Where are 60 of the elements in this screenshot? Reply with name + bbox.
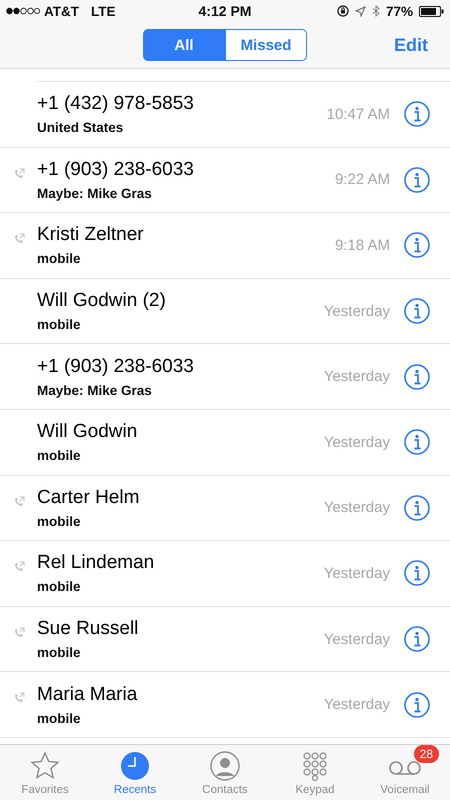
segment-tab[interactable]: All — [143, 29, 225, 61]
info-icon[interactable] — [404, 298, 430, 324]
star-icon — [30, 751, 60, 781]
bluetooth-icon — [372, 5, 380, 17]
edit-button[interactable]: Edit — [394, 34, 428, 56]
caller-detail: mobile — [37, 710, 82, 726]
caller-detail: mobile — [37, 317, 82, 332]
caller-detail: United States — [37, 120, 124, 136]
caller-name: Carter Helm — [37, 486, 140, 509]
call-time: Yesterday — [324, 434, 390, 451]
call-time: Yesterday — [324, 302, 390, 320]
network-type: LTE — [91, 4, 116, 18]
info-icon[interactable] — [404, 364, 430, 390]
info-icon[interactable] — [404, 626, 430, 652]
clock-icon — [120, 751, 150, 781]
caller-name: Sue Russell — [37, 618, 140, 640]
segment-tab[interactable]: Missed — [225, 29, 307, 61]
caller-name: Rel Lindeman — [37, 552, 156, 574]
info-icon[interactable] — [404, 692, 430, 718]
battery-percent: 77% — [386, 4, 413, 18]
location-icon — [354, 6, 366, 16]
caller-detail: mobile — [37, 448, 82, 464]
caller-name: +1 (432) 978-5853 — [37, 93, 195, 116]
call-time: Yesterday — [324, 564, 390, 582]
caller-name: Kristi Zeltner — [37, 224, 145, 246]
caller-name: +1 (903) 238-6033 — [37, 158, 195, 181]
info-icon[interactable] — [404, 232, 430, 258]
tab-bar-item[interactable]: Contacts — [185, 751, 265, 800]
tab-bar-item[interactable]: Recents — [95, 751, 175, 800]
info-icon[interactable] — [404, 101, 430, 128]
info-icon[interactable] — [404, 494, 430, 521]
battery-icon — [419, 6, 444, 16]
caller-name: Will Godwin — [37, 421, 138, 444]
carrier-name: AT&T — [44, 4, 79, 18]
tab-bar-item[interactable]: Keypad — [275, 751, 355, 800]
rotation-lock-icon — [336, 5, 349, 17]
call-time: Yesterday — [324, 499, 390, 516]
call-time: Yesterday — [324, 368, 390, 386]
tab-bar-item[interactable]: Favorites — [5, 751, 85, 800]
caller-name: Maria Maria — [37, 684, 138, 706]
caller-detail: mobile — [37, 514, 82, 529]
caller-detail: mobile — [37, 579, 82, 594]
call-time: 9:18 AM — [334, 236, 390, 254]
caller-detail: Maybe: Mike Gras — [37, 382, 153, 398]
unread-badge: 28 — [414, 745, 439, 763]
caller-name: +1 (903) 238-6033 — [37, 356, 195, 378]
caller-name: Will Godwin (2) — [37, 290, 167, 312]
call-time: 9:22 AM — [334, 171, 390, 188]
info-icon[interactable] — [404, 166, 430, 193]
call-time: Yesterday — [324, 696, 390, 714]
status-time: 4:12 PM — [198, 3, 252, 19]
call-time: Yesterday — [324, 630, 390, 648]
caller-detail: mobile — [37, 251, 82, 266]
info-icon[interactable] — [404, 560, 430, 586]
call-time: 10:47 AM — [326, 106, 390, 123]
caller-detail: mobile — [37, 645, 82, 660]
contact-icon — [210, 751, 240, 781]
signal-icon — [6, 7, 40, 15]
caller-detail: Maybe: Mike Gras — [37, 186, 153, 201]
info-icon[interactable] — [404, 429, 430, 456]
